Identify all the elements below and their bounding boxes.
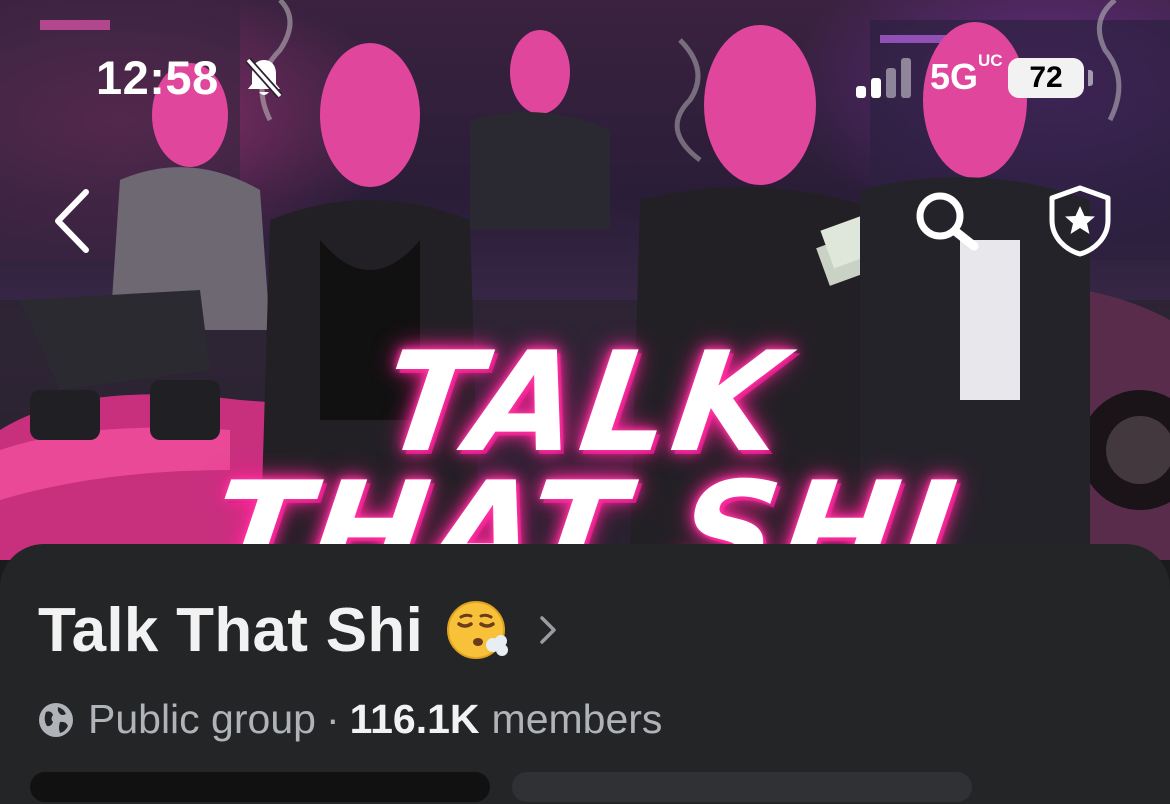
member-label[interactable]: members bbox=[492, 696, 663, 743]
shield-star-icon[interactable] bbox=[1044, 184, 1116, 258]
chevron-right-icon[interactable] bbox=[537, 613, 559, 647]
group-name: Talk That Shi bbox=[38, 595, 424, 665]
search-icon[interactable] bbox=[912, 188, 984, 254]
chevron-left-icon[interactable] bbox=[50, 186, 94, 256]
status-bar: 12:58 5GUC 72 bbox=[0, 0, 1170, 150]
bell-muted-icon bbox=[245, 57, 283, 99]
status-time: 12:58 bbox=[96, 51, 219, 104]
secondary-action-button[interactable] bbox=[512, 772, 972, 802]
face-exhaling-emoji-icon bbox=[447, 601, 509, 659]
group-title-row[interactable]: Talk That Shi bbox=[38, 590, 559, 670]
group-meta-row: Public group · 116.1K members bbox=[38, 696, 662, 743]
group-privacy: Public group bbox=[88, 696, 316, 742]
battery-level: 72 bbox=[1008, 58, 1084, 98]
member-count[interactable]: 116.1K bbox=[350, 696, 480, 743]
group-info-panel bbox=[0, 544, 1170, 804]
network-type: 5GUC bbox=[930, 51, 1003, 97]
globe-icon bbox=[39, 702, 73, 737]
battery-tip bbox=[1088, 70, 1093, 86]
cellular-signal-icon bbox=[856, 58, 911, 98]
join-button[interactable] bbox=[30, 772, 490, 802]
meta-separator: · bbox=[325, 696, 340, 742]
